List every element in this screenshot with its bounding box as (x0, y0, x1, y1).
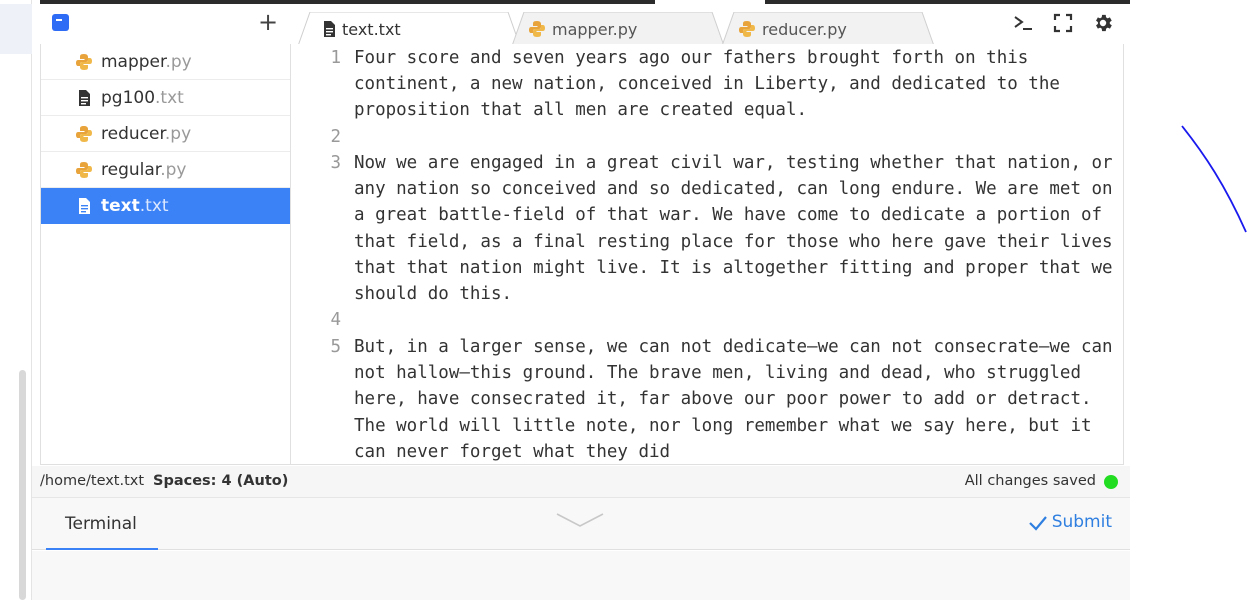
file-path: /home/text.txt (40, 473, 145, 489)
line-number: 3 (330, 153, 341, 173)
bottom-panel-bar: Terminal Submit (32, 498, 1130, 550)
tab-label: text.txt (342, 20, 401, 39)
python-icon (76, 126, 92, 142)
line-number: 4 (330, 310, 341, 330)
left-panel-edge (0, 0, 32, 600)
line-number: 2 (330, 127, 341, 147)
left-panel-header (0, 4, 32, 54)
line-number: 5 (330, 337, 341, 357)
file-explorer: mapper.py pg100.txt reducer.py regular.p… (40, 44, 291, 465)
status-bar: /home/text.txt Spaces: 4 (Auto) All chan… (32, 466, 1130, 498)
annotation-stroke (1181, 125, 1247, 233)
line-text[interactable]: But, in a larger sense, we can not dedic… (354, 334, 1114, 464)
check-icon[interactable] (1028, 513, 1048, 533)
tab-terminal[interactable]: Terminal (46, 498, 158, 550)
tab-label: reducer.py (762, 20, 847, 39)
file-item-mapper[interactable]: mapper.py (41, 44, 290, 80)
document-icon (324, 21, 335, 37)
editor-tabbar: text.txt mapper.py reducer.py (290, 4, 1130, 46)
file-item-pg100[interactable]: pg100.txt (41, 80, 290, 116)
code-editor[interactable]: 1 Four score and seven years ago our fat… (291, 44, 1124, 465)
indent-setting[interactable]: Spaces: 4 (Auto) (153, 473, 288, 489)
tab-mapper-py[interactable]: mapper.py (512, 12, 724, 46)
terminal-tab-label: Terminal (65, 514, 137, 534)
file-name: text.txt (101, 196, 169, 216)
file-name: pg100.txt (101, 87, 184, 108)
file-item-regular[interactable]: regular.py (41, 152, 290, 188)
file-explorer-header: + (40, 4, 290, 44)
tab-text-txt[interactable]: text.txt (298, 12, 520, 46)
line-number: 1 (330, 48, 341, 68)
gear-icon[interactable] (1092, 12, 1114, 39)
python-icon (739, 21, 755, 37)
saved-indicator-icon (1104, 475, 1118, 489)
file-name: reducer.py (101, 123, 192, 144)
file-name: regular.py (101, 159, 187, 180)
tab-label: mapper.py (552, 20, 638, 39)
terminal-output[interactable] (32, 551, 1130, 600)
terminal-icon[interactable] (1012, 12, 1034, 39)
file-name: mapper.py (101, 51, 192, 72)
chevron-down-icon[interactable] (555, 510, 605, 530)
left-scrollbar[interactable] (19, 370, 26, 600)
submit-button[interactable]: Submit (1052, 512, 1112, 532)
document-icon (79, 90, 90, 106)
line-text[interactable]: Now we are engaged in a great civil war,… (354, 150, 1114, 307)
files-icon[interactable] (52, 14, 69, 31)
fullscreen-icon[interactable] (1052, 12, 1074, 39)
line-text[interactable]: Four score and seven years ago our fathe… (354, 45, 1114, 124)
save-status: All changes saved (964, 473, 1096, 489)
add-file-icon[interactable]: + (258, 10, 278, 34)
file-item-text[interactable]: text.txt (41, 188, 290, 224)
tab-reducer-py[interactable]: reducer.py (722, 12, 934, 46)
python-icon (529, 21, 545, 37)
python-icon (76, 162, 92, 178)
document-icon (79, 198, 90, 214)
python-icon (76, 54, 92, 70)
file-item-reducer[interactable]: reducer.py (41, 116, 290, 152)
